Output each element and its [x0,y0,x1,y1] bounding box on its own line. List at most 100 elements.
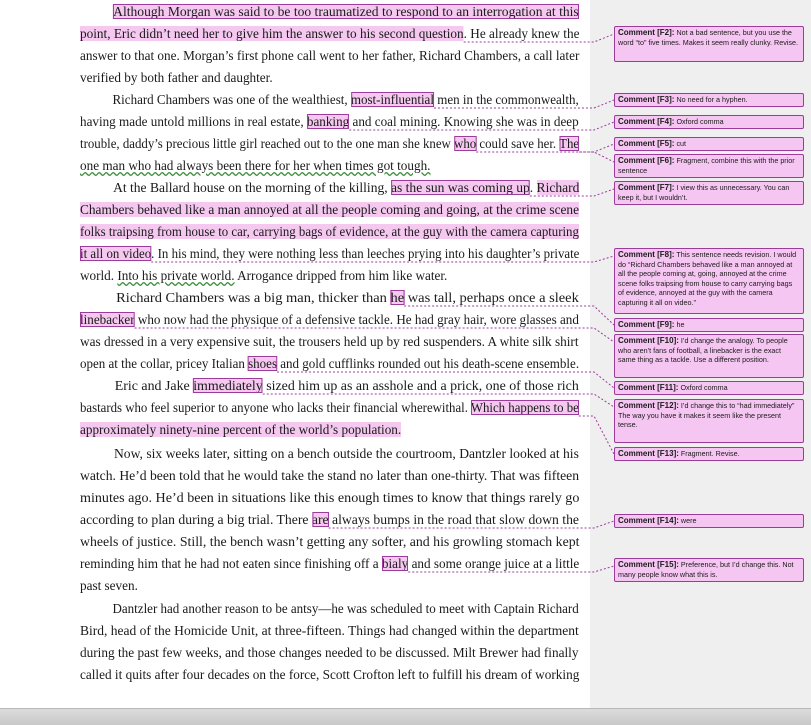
comment-tag: Comment [F5]: [618,139,675,148]
comment-anchor[interactable]: he [390,290,405,305]
text-run: always bumps in the road that slow down … [328,512,579,527]
text-line: folks traipsing from house to car, carry… [0,221,590,243]
text-run: and gold cufflinks rounded out his death… [277,356,580,371]
text-run: according to plan during a big trial. Th… [80,512,312,527]
text-run: was dressed in a very expensive suit, th… [80,334,579,349]
comment-balloon[interactable]: Comment [F11]: Oxford comma [614,381,804,395]
text-line: answer to that one. Morgan’s first phone… [0,45,590,67]
text-run: wheels of justice. Still, the bench wasn… [80,534,580,549]
text-line: world. Into his private world. Arrogance… [0,265,590,287]
text-line: past seven. [0,575,590,597]
text-run: Now, six weeks later, sitting on a bench… [80,446,579,461]
text-run: was tall, perhaps once a sleek [404,290,579,305]
text-run: . [529,180,537,195]
text-run: Dantzler had another reason to be antsy—… [80,601,579,616]
status-bar [0,708,811,725]
text-line: was dressed in a very expensive suit, th… [0,331,590,353]
text-run: and some orange juice at a little [408,556,580,571]
comment-anchor[interactable]: immediately [193,378,263,393]
comment-text: Fragment. Revise. [678,449,740,458]
comment-anchor[interactable]: banking [306,114,350,129]
comment-anchor[interactable]: linebacker [80,312,135,327]
text-line: linebacker who now had the physique of a… [0,309,590,331]
comment-anchor[interactable]: most-influential [350,92,434,107]
comment-balloon[interactable]: Comment [F3]: No need for a hyphen. [614,93,804,107]
comment-tag: Comment [F14]: [618,516,679,525]
text-run: folks traipsing from house to car, carry… [80,224,579,239]
text-line: it all on video. In his mind, they were … [0,243,590,265]
comment-balloon[interactable]: Comment [F12]: I’d change this to “had i… [614,399,804,443]
text-line: during the past few weeks, and those cha… [0,642,590,664]
comment-tag: Comment [F6]: [618,156,675,165]
comment-tag: Comment [F4]: [618,117,675,126]
comment-tag: Comment [F7]: [618,183,675,192]
comment-anchor[interactable]: as the sun was coming up [391,180,530,195]
text-run: minutes ago. He’d been in situations lik… [80,490,580,505]
text-line: having made untold millions in real esta… [0,111,590,133]
text-run: men in the commonwealth, [433,92,579,107]
grammar-flag: one man who had always been there for he… [80,158,431,173]
text-line: open at the collar, pricey Italian shoes… [0,353,590,375]
comment-tag: Comment [F11]: [618,383,679,392]
text-run: watch. He’d been told that he would take… [80,468,580,483]
comment-balloon[interactable]: Comment [F4]: Oxford comma [614,115,804,129]
text-run: Arrogance dripped from him like water. [234,268,448,283]
comment-tag: Comment [F13]: [618,449,679,458]
comment-text: cut [674,139,687,148]
comment-text: Oxford comma [674,117,724,126]
text-line: At the Ballard house on the morning of t… [0,177,590,199]
comment-balloon[interactable]: Comment [F2]: Not a bad sentence, but yo… [614,26,804,62]
text-run: bastards who feel superior to anyone who… [80,400,471,415]
text-line: Now, six weeks later, sitting on a bench… [0,443,590,465]
text-run: approximately ninety-nine percent of the… [80,422,402,437]
text-line: watch. He’d been told that he would take… [0,465,590,487]
comment-balloon[interactable]: Comment [F6]: Fragment, combine this wit… [614,154,804,178]
text-line: Bird, head of the Homicide Unit, at thre… [0,620,590,642]
comment-balloon[interactable]: Comment [F14]: were [614,514,804,528]
comment-tag: Comment [F8]: [618,250,675,259]
comment-anchor[interactable]: are [311,512,329,527]
text-run: past seven. [80,578,138,593]
comment-anchor[interactable]: bialy [381,556,409,571]
text-line: Chambers behaved like a man annoyed at a… [0,199,590,221]
text-line: point, Eric didn’t need her to give him … [0,23,590,45]
text-run: open at the collar, pricey Italian [80,356,249,371]
text-line: minutes ago. He’d been in situations lik… [0,487,590,509]
comment-anchor[interactable]: who [454,136,477,151]
comment-balloon[interactable]: Comment [F13]: Fragment. Revise. [614,447,804,461]
comment-anchor[interactable]: Although Morgan was said to be too traum… [113,4,579,19]
document-page[interactable]: Although Morgan was said to be too traum… [0,0,590,708]
comment-tag: Comment [F2]: [618,28,675,37]
comment-anchor[interactable]: it all on video [80,246,152,261]
grammar-flag: Into his private world. [117,268,235,283]
comment-text: No need for a hyphen. [674,95,748,104]
text-line: according to plan during a big trial. Th… [0,509,590,531]
comment-balloon[interactable]: Comment [F5]: cut [614,137,804,151]
text-run: called it quits after four decades on th… [80,667,580,682]
comment-anchor[interactable]: shoes [248,356,278,371]
text-line: bastards who feel superior to anyone who… [0,397,590,419]
text-line: approximately ninety-nine percent of the… [0,419,590,441]
text-run: At the Ballard house on the morning of t… [80,180,392,195]
text-run: could save her. [476,136,560,151]
text-line: one man who had always been there for he… [0,155,590,177]
comment-balloon[interactable]: Comment [F10]: I’d change the analogy. T… [614,334,804,378]
comment-balloon[interactable]: Comment [F9]: he [614,318,804,332]
comment-balloon[interactable]: Comment [F15]: Preference, but I’d chang… [614,558,804,582]
comment-tag: Comment [F12]: [618,401,679,410]
text-run: . In his mind, they were nothing less th… [151,246,580,261]
text-run: Bird, head of the Homicide Unit, at thre… [80,623,579,638]
text-line: Richard Chambers was one of the wealthie… [0,89,590,111]
comment-balloon[interactable]: Comment [F7]: I view this as unnecessary… [614,181,804,205]
text-run: trouble, daddy’s precious little girl re… [80,136,455,151]
comment-balloon[interactable]: Comment [F8]: This sentence needs revisi… [614,248,804,314]
text-run: sized him up as an asshole and a prick, … [262,378,579,393]
comment-anchor[interactable]: The [559,136,580,151]
text-run: Eric and Jake [80,378,194,393]
comment-anchor[interactable]: Which happens to be [470,400,579,415]
text-run: Richard Chambers was one of the wealthie… [80,92,351,107]
text-run: world. [80,268,118,283]
text-line: reminding him that he had not eaten sinc… [0,553,590,575]
text-line: Dantzler had another reason to be antsy—… [0,598,590,620]
text-line: verified by both father and daughter. [0,67,590,89]
